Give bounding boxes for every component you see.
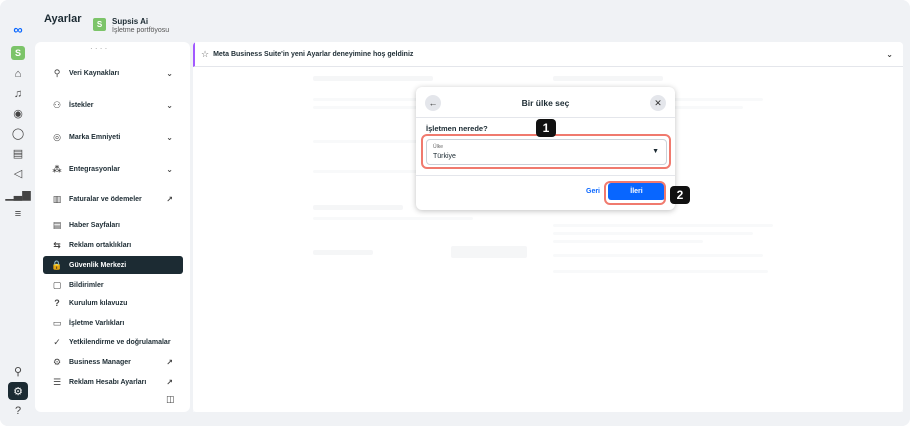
sidebar-item-label: Business Manager — [69, 358, 131, 366]
verify-icon: ✓ — [53, 336, 61, 347]
sidebar-item-label: Reklam ortaklıkları — [69, 241, 132, 249]
sidebar-item[interactable]: ⚲ Veri Kaynakları ⌄ — [43, 64, 183, 82]
sidebar-item[interactable]: ⇆ Reklam ortaklıkları — [43, 236, 183, 254]
chevron-down-icon: ⌄ — [166, 68, 173, 78]
settings-icon: ⚙ — [52, 356, 62, 367]
chevron-down-icon: ⌄ — [166, 132, 173, 142]
portfolio-name[interactable]: Supsis Ai — [112, 17, 148, 26]
help-icon: ? — [54, 298, 60, 308]
sidebar-item[interactable]: ⚙ Business Manager ↗ — [43, 353, 183, 371]
search-icon[interactable]: ⚲ — [8, 362, 28, 380]
external-link-icon: ↗ — [166, 194, 173, 204]
window-bottom — [0, 418, 910, 426]
content-icon[interactable]: ▤ — [8, 144, 28, 162]
portfolio-subtitle: İşletme portföyosu — [112, 27, 170, 34]
sidebar-item-label: İstekler — [69, 101, 94, 109]
banner-text: Meta Business Suite'in yeni Ayarlar dene… — [213, 50, 414, 58]
data-sources-icon: ⚲ — [53, 67, 61, 78]
avatar[interactable]: S — [11, 46, 25, 60]
sidebar-item-label: Haber Sayfaları — [69, 221, 120, 229]
header: Ayarlar S Supsis Ai İşletme portföyosu — [35, 0, 910, 42]
target-icon[interactable]: ◉ — [8, 104, 28, 122]
sidebar-item[interactable]: ⁂ Entegrasyonlar ⌄ — [43, 160, 183, 178]
chat-icon[interactable]: ◯ — [8, 124, 28, 142]
dialog-title: Bir ülke seç — [521, 98, 570, 108]
close-icon[interactable]: ✕ — [650, 95, 666, 111]
chevron-down-icon[interactable]: ⌄ — [886, 50, 893, 59]
star-icon: ☆ — [201, 48, 210, 59]
sidebar-item[interactable]: ▥ Faturalar ve ödemeler ↗ — [43, 190, 183, 208]
sidebar-item[interactable]: ⚇ İstekler ⌄ — [43, 96, 183, 114]
sidebar-item-label: Kurulum kılavuzu — [69, 299, 128, 307]
bell-icon[interactable]: ♫ — [8, 85, 28, 103]
welcome-banner: ☆ Meta Business Suite'in yeni Ayarlar de… — [193, 42, 903, 67]
sidebar-item-label: Marka Emniyeti — [69, 133, 121, 141]
billing-icon: ▥ — [52, 193, 62, 204]
notification-icon: ▢ — [52, 279, 62, 290]
external-link-icon: ↗ — [166, 357, 173, 367]
step-2-badge: 2 — [670, 186, 690, 204]
app-window: ∞ S ⌂ ♫ ◉ ◯ ▤ ◁ ▁▃▆ ≡ ⚲ ⚙ ? Ayarlar S Su… — [0, 0, 910, 426]
sidebar-item-label: Bildirimler — [69, 281, 104, 289]
step-1-badge: 1 — [536, 119, 556, 137]
sidebar-item[interactable]: ▭ İşletme Varlıkları — [43, 314, 183, 332]
icon-rail: ∞ S ⌂ ♫ ◉ ◯ ▤ ◁ ▁▃▆ ≡ ⚲ ⚙ ? — [0, 0, 35, 426]
page-title: Ayarlar — [44, 13, 82, 25]
lock-icon: 🔒 — [51, 259, 63, 270]
portfolio-avatar[interactable]: S — [93, 18, 106, 31]
sidebar-item[interactable]: ▤ Haber Sayfaları — [43, 216, 183, 234]
divider — [416, 175, 675, 176]
meta-logo-icon[interactable]: ∞ — [8, 20, 28, 38]
sidebar-item-label: Faturalar ve ödemeler — [69, 195, 142, 203]
integrations-icon: ⁂ — [52, 163, 62, 174]
sidebar-item[interactable]: ☰ Reklam Hesabı Ayarları ↗ — [43, 373, 183, 391]
sidebar-item[interactable]: ◎ Marka Emniyeti ⌄ — [43, 128, 183, 146]
back-button[interactable]: Geri — [586, 188, 600, 195]
highlight-next-button — [604, 181, 666, 205]
sidebar-item-label: Yetkilendirme ve doğrulamalar — [69, 338, 171, 346]
ads-megaphone-icon[interactable]: ◁ — [8, 164, 28, 182]
sidebar-item-label: Veri Kaynakları — [69, 69, 120, 77]
external-link-icon: ↗ — [166, 377, 173, 387]
requests-icon: ⚇ — [52, 99, 62, 110]
scroll-fade: · · · · — [90, 44, 108, 53]
news-icon: ▤ — [52, 219, 62, 230]
sidebar-item-label: Güvenlik Merkezi — [69, 261, 127, 269]
sidebar-item[interactable]: ✓ Yetkilendirme ve doğrulamalar — [43, 333, 183, 351]
sidebar-item[interactable]: ▢ Bildirimler — [43, 276, 183, 294]
insights-icon[interactable]: ▁▃▆ — [5, 185, 30, 203]
sidebar-item-label: Reklam Hesabı Ayarları — [69, 378, 147, 386]
sidebar-item-label: Entegrasyonlar — [69, 165, 120, 173]
location-question: İşletmen nerede? — [426, 124, 488, 133]
ad-account-icon: ☰ — [52, 376, 62, 387]
ad-partnership-icon: ⇆ — [53, 239, 61, 250]
collapse-sidebar-icon[interactable]: ◫ — [166, 394, 175, 405]
highlight-country-select — [421, 134, 671, 169]
brand-safety-icon: ◎ — [53, 131, 61, 142]
settings-gear-icon[interactable]: ⚙ — [8, 382, 28, 400]
chevron-down-icon: ⌄ — [166, 100, 173, 110]
assets-icon: ▭ — [52, 317, 62, 328]
sidebar-item[interactable]: ? Kurulum kılavuzu — [43, 294, 183, 312]
chevron-down-icon: ⌄ — [166, 164, 173, 174]
sidebar-item[interactable]: 🔒 Güvenlik Merkezi — [43, 256, 183, 274]
home-icon[interactable]: ⌂ — [8, 65, 28, 83]
settings-sidebar: · · · · ⚲ Veri Kaynakları ⌄ ⚇ İstekler ⌄ ◎ Mark… — [35, 42, 190, 412]
sidebar-item-label: İşletme Varlıkları — [69, 319, 125, 327]
divider — [416, 117, 675, 118]
menu-icon[interactable]: ≡ — [8, 205, 28, 223]
